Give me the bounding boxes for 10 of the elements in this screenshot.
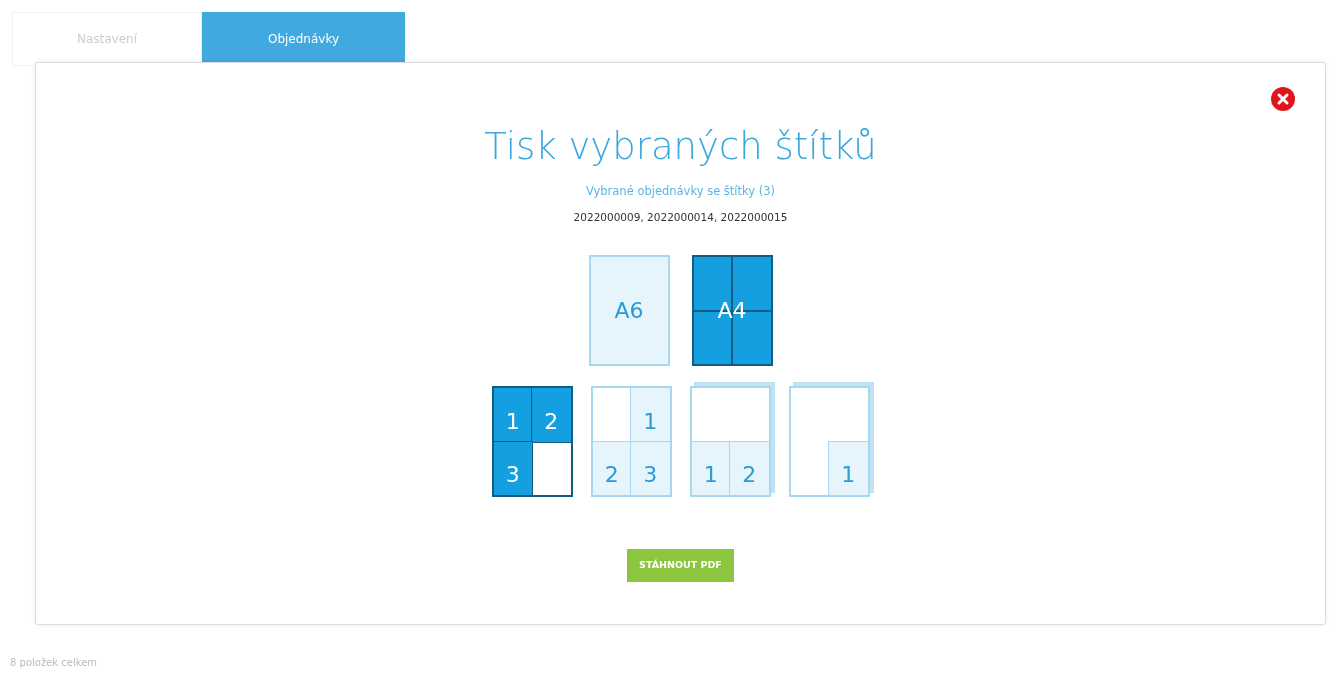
item-count: 8 položek celkem — [10, 656, 98, 670]
label-layout-option[interactable]: 1 2 3 — [590, 386, 672, 498]
label-layout-option[interactable]: 1 2 3 — [491, 386, 573, 498]
paper-size-option[interactable]: A4 — [691, 255, 773, 367]
download-pdf-button[interactable]: STÁHNOUT PDF — [627, 549, 734, 582]
dialog-title: Tisk vybraných štítků — [484, 125, 877, 170]
dialog-subtitle: Vybrané objednávky se štítky (3) — [585, 183, 776, 201]
paper-size-option[interactable]: A6 — [588, 255, 670, 367]
order-numbers: 2022000009, 2022000014, 2022000015 — [573, 209, 788, 225]
close-icon[interactable] — [1271, 87, 1295, 111]
